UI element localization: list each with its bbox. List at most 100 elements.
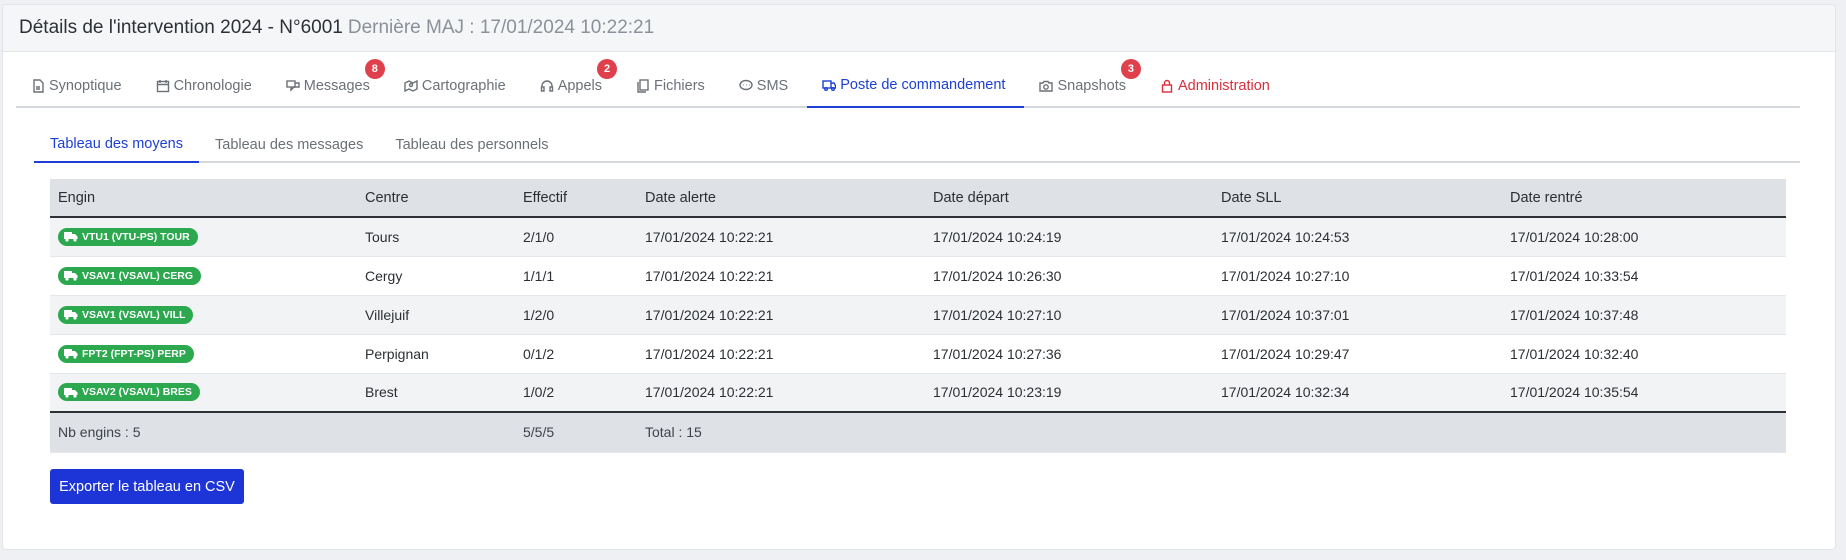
column-header-centre[interactable]: Centre — [357, 179, 515, 218]
date-depart-cell: 17/01/2024 10:23:19 — [925, 373, 1213, 413]
engin-label: VSAV1 (VSAVL) CERG — [82, 269, 194, 282]
footer-empty-cell — [357, 412, 515, 453]
column-header-effectif[interactable]: Effectif — [515, 179, 637, 218]
sms-icon — [739, 79, 753, 90]
tab-label: Administration — [1177, 77, 1270, 94]
tab-administration[interactable]: Administration — [1145, 63, 1289, 108]
engin-badge[interactable]: VSAV1 (VSAVL) VILL — [58, 305, 194, 324]
effectif-cell: 1/0/2 — [515, 373, 637, 413]
subtab-tableau-des-messages[interactable]: Tableau des messages — [199, 126, 379, 163]
engin-cell: VSAV1 (VSAVL) VILL — [50, 295, 357, 335]
truck-icon — [64, 271, 78, 281]
date-sll-cell: 17/01/2024 10:27:10 — [1213, 256, 1502, 296]
date-depart-cell: 17/01/2024 10:26:30 — [925, 256, 1213, 296]
document-icon — [33, 78, 44, 93]
messages-badge: 8 — [364, 59, 385, 79]
card-header: Détails de l'intervention 2024 - N°6001 D… — [3, 5, 1835, 52]
column-header-date-alerte[interactable]: Date alerte — [637, 179, 925, 218]
intervention-title: Détails de l'intervention 2024 - N°6001 — [19, 17, 343, 38]
headset-icon — [540, 79, 553, 92]
date-sll-cell: 17/01/2024 10:32:34 — [1213, 373, 1502, 413]
date-depart-cell: 17/01/2024 10:27:10 — [925, 295, 1213, 335]
tab-chronologie[interactable]: Chronologie — [141, 63, 271, 108]
centre-cell: Tours — [357, 217, 515, 257]
date-rentre-cell: 17/01/2024 10:37:48 — [1502, 295, 1786, 335]
table-row: VTU1 (VTU-PS) TOUR Tours 2/1/0 17/01/202… — [50, 217, 1786, 257]
date-rentre-cell: 17/01/2024 10:33:54 — [1502, 256, 1786, 296]
table-row: FPT2 (FPT-PS) PERP Perpignan 0/1/2 17/01… — [50, 334, 1786, 374]
effectif-cell: 1/2/0 — [515, 295, 637, 335]
date-rentre-cell: 17/01/2024 10:35:54 — [1502, 373, 1786, 413]
tab-label: SMS — [756, 77, 789, 94]
tab-label: Fichiers — [654, 77, 705, 94]
centre-cell: Cergy — [357, 256, 515, 296]
tab-poste-de-commandement[interactable]: Poste de commandement — [807, 63, 1025, 108]
engin-badge[interactable]: FPT2 (FPT-PS) PERP — [58, 344, 194, 363]
date-alerte-cell: 17/01/2024 10:22:21 — [637, 256, 925, 296]
date-alerte-cell: 17/01/2024 10:22:21 — [637, 295, 925, 335]
date-alerte-cell: 17/01/2024 10:22:21 — [637, 373, 925, 413]
date-rentre-cell: 17/01/2024 10:28:00 — [1502, 217, 1786, 257]
tab-appels[interactable]: Appels 2 — [525, 59, 621, 108]
truck-icon — [64, 232, 78, 242]
centre-cell: Brest — [357, 373, 515, 413]
engin-cell: VTU1 (VTU-PS) TOUR — [50, 217, 357, 257]
tab-synoptique[interactable]: Synoptique — [16, 63, 141, 108]
table-row: VSAV2 (VSAVL) BRES Brest 1/0/2 17/01/202… — [50, 373, 1786, 413]
centre-cell: Villejuif — [357, 295, 515, 335]
export-csv-button[interactable]: Exporter le tableau en CSV — [50, 469, 244, 504]
sub-tabs: Tableau des moyens Tableau des messages … — [34, 126, 1800, 163]
main-tabs: Synoptique Chronologie Messages 8 Cartog… — [16, 59, 1800, 108]
column-header-date-rentre[interactable]: Date rentré — [1502, 179, 1786, 218]
messages-icon — [286, 79, 300, 92]
column-header-date-depart[interactable]: Date départ — [925, 179, 1213, 218]
truck-icon — [64, 349, 78, 359]
table-footer-row: Nb engins : 5 5/5/5 Total : 15 — [50, 412, 1786, 453]
engin-badge[interactable]: VSAV1 (VSAVL) CERG — [58, 266, 202, 285]
date-rentre-cell: 17/01/2024 10:32:40 — [1502, 334, 1786, 374]
tab-label: Appels — [557, 77, 603, 94]
tab-messages[interactable]: Messages 8 — [271, 59, 389, 108]
tab-fichiers[interactable]: Fichiers — [621, 63, 724, 108]
subtab-tableau-des-personnels[interactable]: Tableau des personnels — [379, 126, 564, 163]
moyens-table: Engin Centre Effectif Date alerte Date d… — [50, 179, 1786, 453]
tab-label: Synoptique — [49, 77, 122, 94]
tab-label: Poste de commandement — [840, 76, 1006, 93]
tab-snapshots[interactable]: Snapshots 3 — [1024, 59, 1145, 108]
engin-badge[interactable]: VTU1 (VTU-PS) TOUR — [58, 227, 198, 246]
subtab-tableau-des-moyens[interactable]: Tableau des moyens — [34, 126, 199, 163]
files-icon — [637, 78, 649, 93]
calendar-icon — [156, 79, 169, 92]
table-header-row: Engin Centre Effectif Date alerte Date d… — [50, 179, 1786, 218]
date-alerte-cell: 17/01/2024 10:22:21 — [637, 217, 925, 257]
page-title: Détails de l'intervention 2024 - N°6001 D… — [19, 17, 654, 39]
date-sll-cell: 17/01/2024 10:24:53 — [1213, 217, 1502, 257]
effectif-total: 5/5/5 — [515, 412, 637, 453]
date-alerte-cell: 17/01/2024 10:22:21 — [637, 334, 925, 374]
engin-badge[interactable]: VSAV2 (VSAVL) BRES — [58, 383, 200, 402]
engin-label: VSAV2 (VSAVL) BRES — [82, 386, 192, 399]
appels-badge: 2 — [597, 59, 618, 79]
footer-empty-cell — [1213, 412, 1502, 453]
footer-empty-cell — [925, 412, 1213, 453]
engin-label: VTU1 (VTU-PS) TOUR — [82, 230, 190, 243]
tab-sms[interactable]: SMS — [724, 63, 807, 108]
table-row: VSAV1 (VSAVL) VILL Villejuif 1/2/0 17/01… — [50, 295, 1786, 335]
total-count: Total : 15 — [637, 412, 925, 453]
column-header-engin[interactable]: Engin — [50, 179, 357, 218]
effectif-cell: 1/1/1 — [515, 256, 637, 296]
lock-icon — [1161, 79, 1173, 93]
engin-count: Nb engins : 5 — [50, 412, 357, 453]
truck-icon — [822, 79, 837, 91]
tab-label: Cartographie — [421, 77, 506, 94]
column-header-date-sll[interactable]: Date SLL — [1213, 179, 1502, 218]
tab-cartographie[interactable]: Cartographie — [389, 63, 525, 108]
snapshots-badge: 3 — [1120, 59, 1141, 79]
engin-label: FPT2 (FPT-PS) PERP — [82, 347, 186, 360]
effectif-cell: 0/1/2 — [515, 334, 637, 374]
table-row: VSAV1 (VSAVL) CERG Cergy 1/1/1 17/01/202… — [50, 256, 1786, 296]
last-update-text: Dernière MAJ : 17/01/2024 10:22:21 — [347, 17, 655, 38]
map-icon — [404, 79, 418, 92]
engin-cell: VSAV1 (VSAVL) CERG — [50, 256, 357, 296]
engin-label: VSAV1 (VSAVL) VILL — [82, 308, 186, 321]
